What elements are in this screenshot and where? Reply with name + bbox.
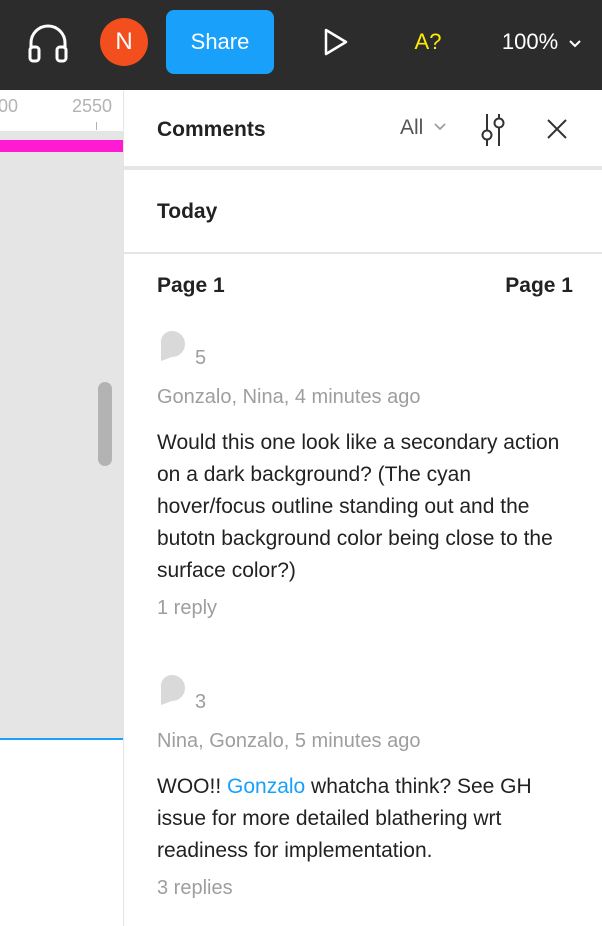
reply-count[interactable]: 1 reply [157, 597, 573, 620]
divider [124, 252, 602, 254]
panel-title: Comments [157, 118, 266, 141]
comments-panel: Comments All Today Page 1 Page 1 5 Gonza… [123, 90, 602, 926]
comment-pin: 3 [157, 673, 573, 713]
ruler-label: 2550 [72, 96, 113, 116]
comment-pin-icon [157, 329, 187, 368]
filter-label: All [400, 116, 424, 139]
comment-meta: Gonzalo, Nina, 4 minutes ago [157, 386, 421, 408]
comment-body: WOO!! Gonzalo whatcha think? See GH issu… [157, 771, 573, 867]
avatar[interactable]: N [100, 18, 148, 66]
design-canvas[interactable]: 00 2550 [0, 90, 123, 926]
user-mention[interactable]: Gonzalo [227, 775, 305, 798]
headphones-icon[interactable] [26, 21, 70, 63]
chevron-down-icon [433, 116, 447, 140]
section-heading: Today [157, 200, 218, 223]
share-button[interactable]: Share [166, 10, 274, 74]
page-group-header: Page 1 Page 1 [157, 274, 573, 298]
sliders-icon[interactable] [478, 110, 508, 150]
page-name-right[interactable]: Page 1 [505, 274, 573, 298]
ruler-label: 00 [0, 96, 19, 116]
ruler-tick [96, 122, 97, 130]
comment-filter-dropdown[interactable]: All [400, 116, 447, 140]
comment-pin: 5 [157, 329, 573, 369]
comment-number: 3 [195, 691, 207, 713]
zoom-dropdown[interactable]: 100% [494, 22, 590, 62]
comment-text: WOO!! [157, 775, 227, 798]
comment-thread[interactable]: 5 Gonzalo, Nina, 4 minutes ago Would thi… [157, 329, 573, 620]
horizontal-ruler: 00 2550 [0, 90, 123, 132]
zoom-label: 100% [501, 29, 559, 54]
accessibility-check-button[interactable]: A? [404, 22, 452, 62]
selection-frame-edge[interactable] [0, 140, 123, 152]
comment-pin-icon [157, 673, 187, 712]
comments-header: Comments All [124, 90, 602, 170]
page-name: Page 1 [157, 274, 225, 297]
reply-count[interactable]: 3 replies [157, 877, 573, 900]
comment-body: Would this one look like a secondary act… [157, 431, 560, 582]
close-icon[interactable] [544, 116, 570, 142]
comment-number: 5 [195, 347, 207, 369]
comment-thread[interactable]: 3 Nina, Gonzalo, 5 minutes ago WOO!! Gon… [157, 673, 573, 900]
comment-meta: Nina, Gonzalo, 5 minutes ago [157, 730, 421, 752]
chevron-down-icon [568, 29, 582, 55]
canvas-scrollbar[interactable] [98, 382, 112, 466]
toolbar: N Share A? 100% [0, 0, 602, 90]
canvas-frame[interactable] [0, 740, 123, 926]
play-icon[interactable] [318, 24, 352, 60]
